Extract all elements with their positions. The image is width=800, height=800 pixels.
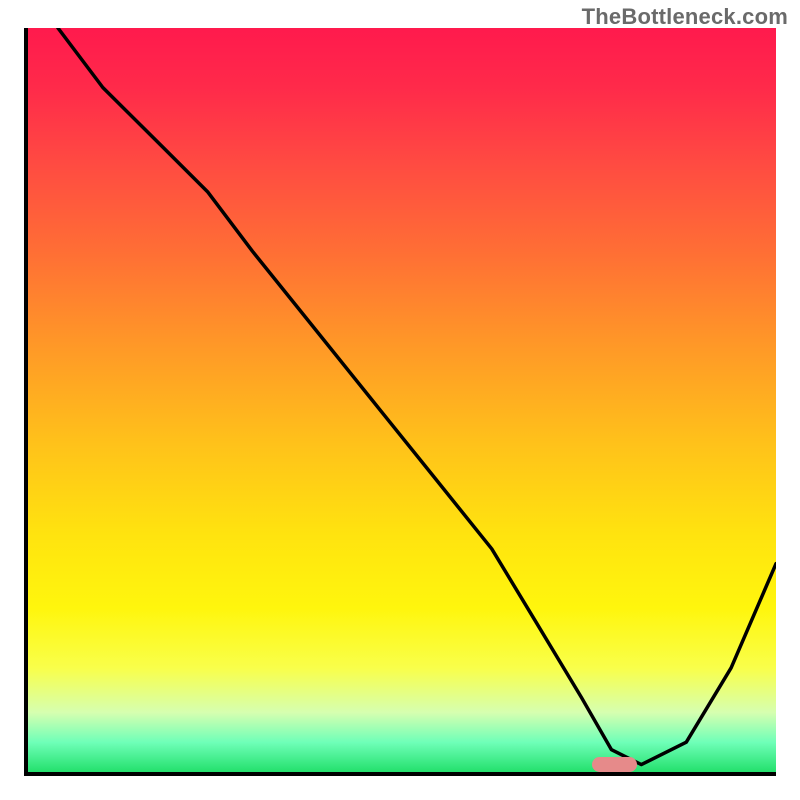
chart-canvas: TheBottleneck.com (0, 0, 800, 800)
plot-area (24, 28, 776, 776)
watermark-text: TheBottleneck.com (582, 4, 788, 30)
optimal-marker (592, 757, 637, 772)
bottleneck-curve (58, 28, 776, 765)
curve-svg (28, 28, 776, 772)
